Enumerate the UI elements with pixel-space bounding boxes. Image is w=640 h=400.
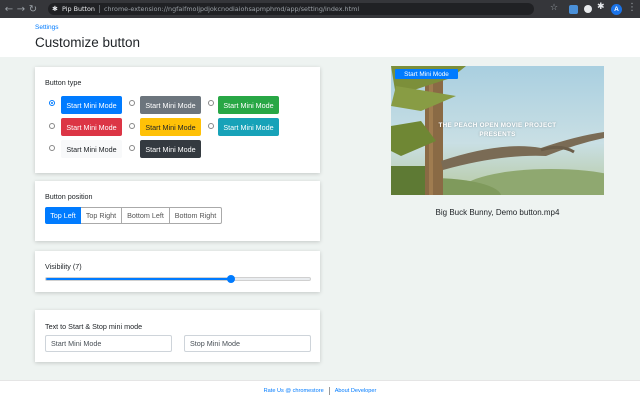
address-divider — [98, 5, 100, 13]
radio-danger[interactable] — [49, 123, 55, 129]
slider-thumb[interactable] — [226, 275, 235, 283]
position-bottom-right-button[interactable]: Bottom Right — [170, 207, 222, 224]
rate-us-link[interactable]: Rate Us @ chromestore — [264, 388, 324, 394]
star-icon[interactable]: ☆ — [550, 3, 558, 13]
radio-primary[interactable] — [49, 100, 55, 106]
preview-start-mini-mode-button[interactable]: Start Mini Mode — [395, 69, 458, 79]
browser-toolbar: ← → ↻ ✱ Pip Button chrome-extension://ng… — [0, 0, 640, 18]
extension-name: Pip Button — [62, 5, 95, 13]
extension-icon-2[interactable] — [584, 5, 592, 13]
radio-dark[interactable] — [129, 145, 135, 151]
breadcrumb[interactable]: Settings — [35, 24, 59, 31]
extension-icon[interactable] — [569, 5, 578, 14]
address-bar[interactable]: ✱ Pip Button chrome-extension://ngfaifmo… — [48, 3, 534, 15]
style-option-secondary[interactable]: Start Mini Mode — [140, 96, 201, 114]
radio-secondary[interactable] — [129, 100, 135, 106]
visibility-label: Visibility (7) — [45, 262, 82, 271]
style-option-light[interactable]: Start Mini Mode — [61, 140, 122, 158]
back-arrow-icon[interactable]: ← — [3, 0, 15, 18]
puzzle-icon: ✱ — [52, 5, 58, 13]
start-text-input[interactable] — [45, 335, 172, 352]
video-preview[interactable]: Start Mini Mode THE PEACH OPEN MOVIE PRO… — [391, 66, 604, 195]
radio-info[interactable] — [208, 123, 214, 129]
style-option-warning[interactable]: Start Mini Mode — [140, 118, 201, 136]
position-top-left-button[interactable]: Top Left — [45, 207, 81, 224]
slider-fill — [46, 278, 231, 280]
kebab-menu-icon[interactable]: ⋮ — [627, 2, 637, 13]
about-developer-link[interactable]: About Developer — [335, 388, 377, 394]
page-title: Customize button — [35, 35, 141, 50]
footer: Rate Us @ chromestore About Developer — [0, 380, 640, 400]
video-title-overlay: THE PEACH OPEN MOVIE PROJECT PRESENTS — [391, 121, 604, 139]
extensions-puzzle-icon[interactable]: ✱ — [597, 2, 606, 12]
style-option-primary[interactable]: Start Mini Mode — [61, 96, 122, 114]
stop-text-input[interactable] — [184, 335, 311, 352]
style-option-info[interactable]: Start Mini Mode — [218, 118, 279, 136]
style-option-danger[interactable]: Start Mini Mode — [61, 118, 122, 136]
button-type-label: Button type — [45, 78, 82, 87]
url-text: chrome-extension://ngfaifmoljpdjokcnodia… — [103, 5, 360, 13]
position-top-right-button[interactable]: Top Right — [81, 207, 122, 224]
style-option-success[interactable]: Start Mini Mode — [218, 96, 279, 114]
preview-caption: Big Buck Bunny, Demo button.mp4 — [435, 208, 560, 217]
forward-arrow-icon[interactable]: → — [15, 0, 27, 18]
radio-success[interactable] — [208, 100, 214, 106]
visibility-card: Visibility (7) — [35, 251, 320, 292]
button-type-card: Button type Start Mini Mode Start Mini M… — [35, 67, 320, 173]
position-button-group: Top Left Top Right Bottom Left Bottom Ri… — [45, 207, 222, 224]
position-bottom-left-button[interactable]: Bottom Left — [122, 207, 170, 224]
text-settings-label: Text to Start & Stop mini mode — [45, 322, 143, 331]
radio-light[interactable] — [49, 145, 55, 151]
profile-avatar[interactable]: A — [611, 4, 622, 15]
button-position-card: Button position Top Left Top Right Botto… — [35, 181, 320, 241]
radio-warning[interactable] — [129, 123, 135, 129]
video-title-line-1: THE PEACH OPEN MOVIE PROJECT — [438, 122, 557, 129]
footer-divider — [328, 386, 330, 395]
visibility-slider[interactable] — [45, 275, 311, 283]
text-settings-card: Text to Start & Stop mini mode — [35, 310, 320, 362]
style-option-dark[interactable]: Start Mini Mode — [140, 140, 201, 158]
video-title-line-2: PRESENTS — [479, 131, 516, 138]
reload-icon[interactable]: ↻ — [27, 0, 39, 18]
button-position-label: Button position — [45, 192, 93, 201]
